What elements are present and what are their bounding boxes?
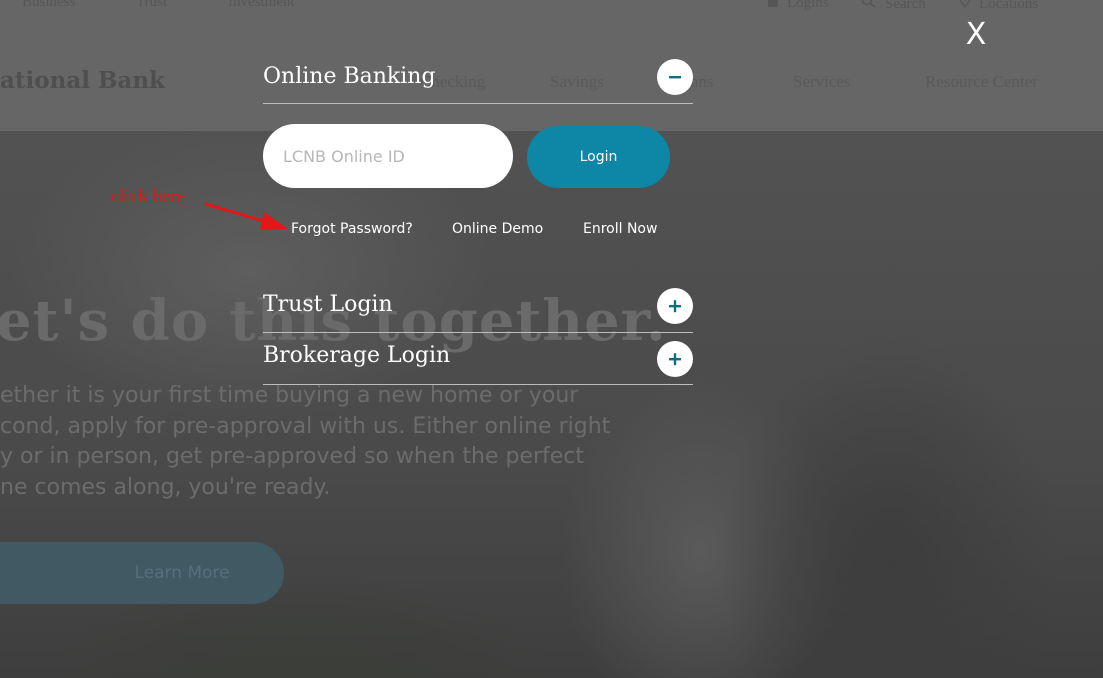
login-button[interactable]: Login <box>527 126 670 188</box>
lock-icon <box>767 0 779 12</box>
plus-icon <box>669 353 681 366</box>
learn-more-button[interactable]: Learn More <box>0 542 284 604</box>
expand-trust-login-button[interactable] <box>657 288 693 324</box>
top-link-business[interactable]: Business <box>22 0 75 11</box>
top-link-trust[interactable]: Trust <box>136 0 167 11</box>
online-banking-title: Online Banking <box>263 64 436 89</box>
utility-link-label: Search <box>885 0 926 12</box>
minus-icon <box>669 76 681 79</box>
utility-link-logins[interactable]: Logins <box>767 0 829 12</box>
utility-link-locations[interactable]: Locations <box>959 0 1038 13</box>
brokerage-login-title: Brokerage Login <box>263 343 451 368</box>
trust-login-header[interactable]: Trust Login <box>263 282 693 333</box>
utility-link-search[interactable]: Search <box>861 0 926 13</box>
nav-item-resource-center[interactable]: Resource Center <box>925 72 1038 92</box>
utility-link-label: Logins <box>787 0 829 11</box>
hero-paragraph: ether it is your first time buying a new… <box>0 381 611 503</box>
hero-paragraph-line: cond, apply for pre-approval with us. Ei… <box>0 413 611 439</box>
trust-login-title: Trust Login <box>263 292 393 317</box>
expand-brokerage-login-button[interactable] <box>657 341 693 377</box>
annotation-arrow-icon <box>204 202 288 230</box>
hero-paragraph-line: y or in person, get pre-approved so when… <box>0 444 584 469</box>
plus-icon <box>669 300 681 313</box>
collapse-online-banking-button[interactable] <box>657 59 693 95</box>
utility-link-label: Locations <box>979 0 1039 12</box>
brokerage-login-header[interactable]: Brokerage Login <box>263 333 693 385</box>
search-icon <box>861 0 877 13</box>
forgot-password-link[interactable]: Forgot Password? <box>291 221 413 237</box>
click-here-annotation: click here <box>111 186 186 207</box>
nav-item-services[interactable]: Services <box>793 72 851 92</box>
online-banking-header[interactable]: Online Banking <box>263 54 693 104</box>
map-pin-icon <box>959 0 971 13</box>
online-id-input[interactable] <box>263 124 513 188</box>
top-link-investment[interactable]: Investment <box>228 0 295 11</box>
online-demo-link[interactable]: Online Demo <box>452 221 543 237</box>
close-button[interactable]: X <box>962 15 990 55</box>
brand-logo-text[interactable]: ational Bank <box>0 67 165 94</box>
hero-paragraph-line: ne comes along, you're ready. <box>0 474 331 500</box>
enroll-now-link[interactable]: Enroll Now <box>583 221 657 237</box>
learn-more-label: Learn More <box>134 563 230 583</box>
hero-paragraph-line: ether it is your first time buying a new… <box>0 383 579 408</box>
